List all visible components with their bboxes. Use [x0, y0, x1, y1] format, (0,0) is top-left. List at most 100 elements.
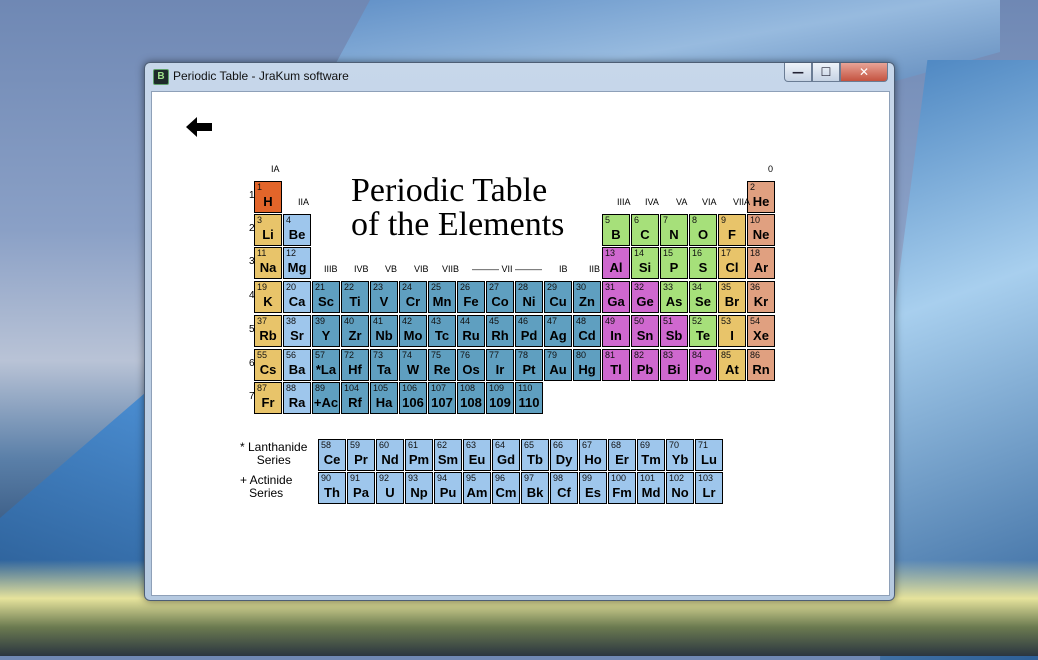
element-cell-fr[interactable]: 87 Fr [254, 382, 282, 414]
element-cell-rb[interactable]: 37 Rb [254, 315, 282, 347]
element-cell-se[interactable]: 34 Se [689, 281, 717, 313]
element-cell-pu[interactable]: 94 Pu [434, 472, 462, 504]
element-cell-y[interactable]: 39 Y [312, 315, 340, 347]
maximize-button[interactable]: ☐ [812, 63, 840, 82]
element-cell-cm[interactable]: 96 Cm [492, 472, 520, 504]
element-cell-ac[interactable]: 89 +Ac [312, 382, 340, 414]
element-cell-yb[interactable]: 70 Yb [666, 439, 694, 471]
element-cell-pd[interactable]: 46 Pd [515, 315, 543, 347]
element-cell-h[interactable]: 1H [254, 181, 282, 213]
element-cell-as[interactable]: 33 As [660, 281, 688, 313]
element-cell-bk[interactable]: 97 Bk [521, 472, 549, 504]
element-cell-cl[interactable]: 17 Cl [718, 247, 746, 279]
close-button[interactable]: ✕ [840, 63, 888, 82]
element-cell-nb[interactable]: 41 Nb [370, 315, 398, 347]
element-cell-u[interactable]: 92 U [376, 472, 404, 504]
element-cell-au[interactable]: 79 Au [544, 349, 572, 381]
element-cell-zn[interactable]: 30 Zn [573, 281, 601, 313]
element-cell-md[interactable]: 101 Md [637, 472, 665, 504]
element-cell-ra[interactable]: 88 Ra [283, 382, 311, 414]
element-cell-mn[interactable]: 25 Mn [428, 281, 456, 313]
element-cell-tb[interactable]: 65 Tb [521, 439, 549, 471]
element-cell-hf[interactable]: 72 Hf [341, 349, 369, 381]
element-cell-nd[interactable]: 60 Nd [376, 439, 404, 471]
element-cell-np[interactable]: 93 Np [405, 472, 433, 504]
back-arrow-icon[interactable] [184, 116, 214, 138]
element-cell-tm[interactable]: 69 Tm [637, 439, 665, 471]
element-cell-dy[interactable]: 66 Dy [550, 439, 578, 471]
element-cell-am[interactable]: 95 Am [463, 472, 491, 504]
element-cell-tl[interactable]: 81 Tl [602, 349, 630, 381]
element-cell-rn[interactable]: 86 Rn [747, 349, 775, 381]
element-cell-at[interactable]: 85 At [718, 349, 746, 381]
element-cell-sm[interactable]: 62 Sm [434, 439, 462, 471]
element-cell-xe[interactable]: 54 Xe [747, 315, 775, 347]
element-cell-cu[interactable]: 29 Cu [544, 281, 572, 313]
element-cell-la[interactable]: 57 *La [312, 349, 340, 381]
element-cell-106[interactable]: 106 106 [399, 382, 427, 414]
element-cell-ar[interactable]: 18 Ar [747, 247, 775, 279]
element-cell-fe[interactable]: 26 Fe [457, 281, 485, 313]
element-cell-c[interactable]: 6C [631, 214, 659, 246]
element-cell-in[interactable]: 49 In [602, 315, 630, 347]
element-cell-zr[interactable]: 40 Zr [341, 315, 369, 347]
element-cell-li[interactable]: 3 Li [254, 214, 282, 246]
minimize-button[interactable]: — [784, 63, 812, 82]
element-cell-v[interactable]: 23 V [370, 281, 398, 313]
element-cell-os[interactable]: 76 Os [457, 349, 485, 381]
element-cell-co[interactable]: 27 Co [486, 281, 514, 313]
element-cell-ag[interactable]: 47 Ag [544, 315, 572, 347]
element-cell-ba[interactable]: 56 Ba [283, 349, 311, 381]
element-cell-th[interactable]: 90 Th [318, 472, 346, 504]
element-cell-o[interactable]: 8O [689, 214, 717, 246]
element-cell-pb[interactable]: 82 Pb [631, 349, 659, 381]
element-cell-pt[interactable]: 78 Pt [515, 349, 543, 381]
element-cell-ir[interactable]: 77 Ir [486, 349, 514, 381]
element-cell-rf[interactable]: 104 Rf [341, 382, 369, 414]
element-cell-eu[interactable]: 63 Eu [463, 439, 491, 471]
element-cell-cf[interactable]: 98 Cf [550, 472, 578, 504]
element-cell-al[interactable]: 13 Al [602, 247, 630, 279]
element-cell-no[interactable]: 102 No [666, 472, 694, 504]
element-cell-hg[interactable]: 80 Hg [573, 349, 601, 381]
element-cell-109[interactable]: 109 109 [486, 382, 514, 414]
element-cell-pm[interactable]: 61 Pm [405, 439, 433, 471]
element-cell-cr[interactable]: 24 Cr [399, 281, 427, 313]
element-cell-ga[interactable]: 31 Ga [602, 281, 630, 313]
element-cell-ti[interactable]: 22 Ti [341, 281, 369, 313]
element-cell-si[interactable]: 14 Si [631, 247, 659, 279]
element-cell-ru[interactable]: 44 Ru [457, 315, 485, 347]
element-cell-mo[interactable]: 42 Mo [399, 315, 427, 347]
element-cell-lr[interactable]: 103 Lr [695, 472, 723, 504]
element-cell-na[interactable]: 11 Na [254, 247, 282, 279]
element-cell-cd[interactable]: 48 Cd [573, 315, 601, 347]
element-cell-107[interactable]: 107 107 [428, 382, 456, 414]
element-cell-rh[interactable]: 45 Rh [486, 315, 514, 347]
title-bar[interactable]: B Periodic Table - JraKum software — ☐ ✕ [145, 63, 894, 89]
element-cell-108[interactable]: 108 108 [457, 382, 485, 414]
element-cell-ge[interactable]: 32 Ge [631, 281, 659, 313]
element-cell-ni[interactable]: 28 Ni [515, 281, 543, 313]
element-cell-er[interactable]: 68 Er [608, 439, 636, 471]
element-cell-gd[interactable]: 64 Gd [492, 439, 520, 471]
element-cell-bi[interactable]: 83 Bi [660, 349, 688, 381]
element-cell-pa[interactable]: 91 Pa [347, 472, 375, 504]
element-cell-ho[interactable]: 67 Ho [579, 439, 607, 471]
element-cell-ne[interactable]: 10 Ne [747, 214, 775, 246]
element-cell-re[interactable]: 75 Re [428, 349, 456, 381]
element-cell-kr[interactable]: 36 Kr [747, 281, 775, 313]
element-cell-110[interactable]: 110 110 [515, 382, 543, 414]
element-cell-sb[interactable]: 51 Sb [660, 315, 688, 347]
element-cell-w[interactable]: 74 W [399, 349, 427, 381]
element-cell-s[interactable]: 16 S [689, 247, 717, 279]
element-cell-te[interactable]: 52 Te [689, 315, 717, 347]
element-cell-br[interactable]: 35 Br [718, 281, 746, 313]
element-cell-tc[interactable]: 43 Tc [428, 315, 456, 347]
element-cell-fm[interactable]: 100 Fm [608, 472, 636, 504]
element-cell-be[interactable]: 4 Be [283, 214, 311, 246]
element-cell-k[interactable]: 19 K [254, 281, 282, 313]
element-cell-ta[interactable]: 73 Ta [370, 349, 398, 381]
element-cell-po[interactable]: 84 Po [689, 349, 717, 381]
element-cell-i[interactable]: 53 I [718, 315, 746, 347]
element-cell-sr[interactable]: 38 Sr [283, 315, 311, 347]
